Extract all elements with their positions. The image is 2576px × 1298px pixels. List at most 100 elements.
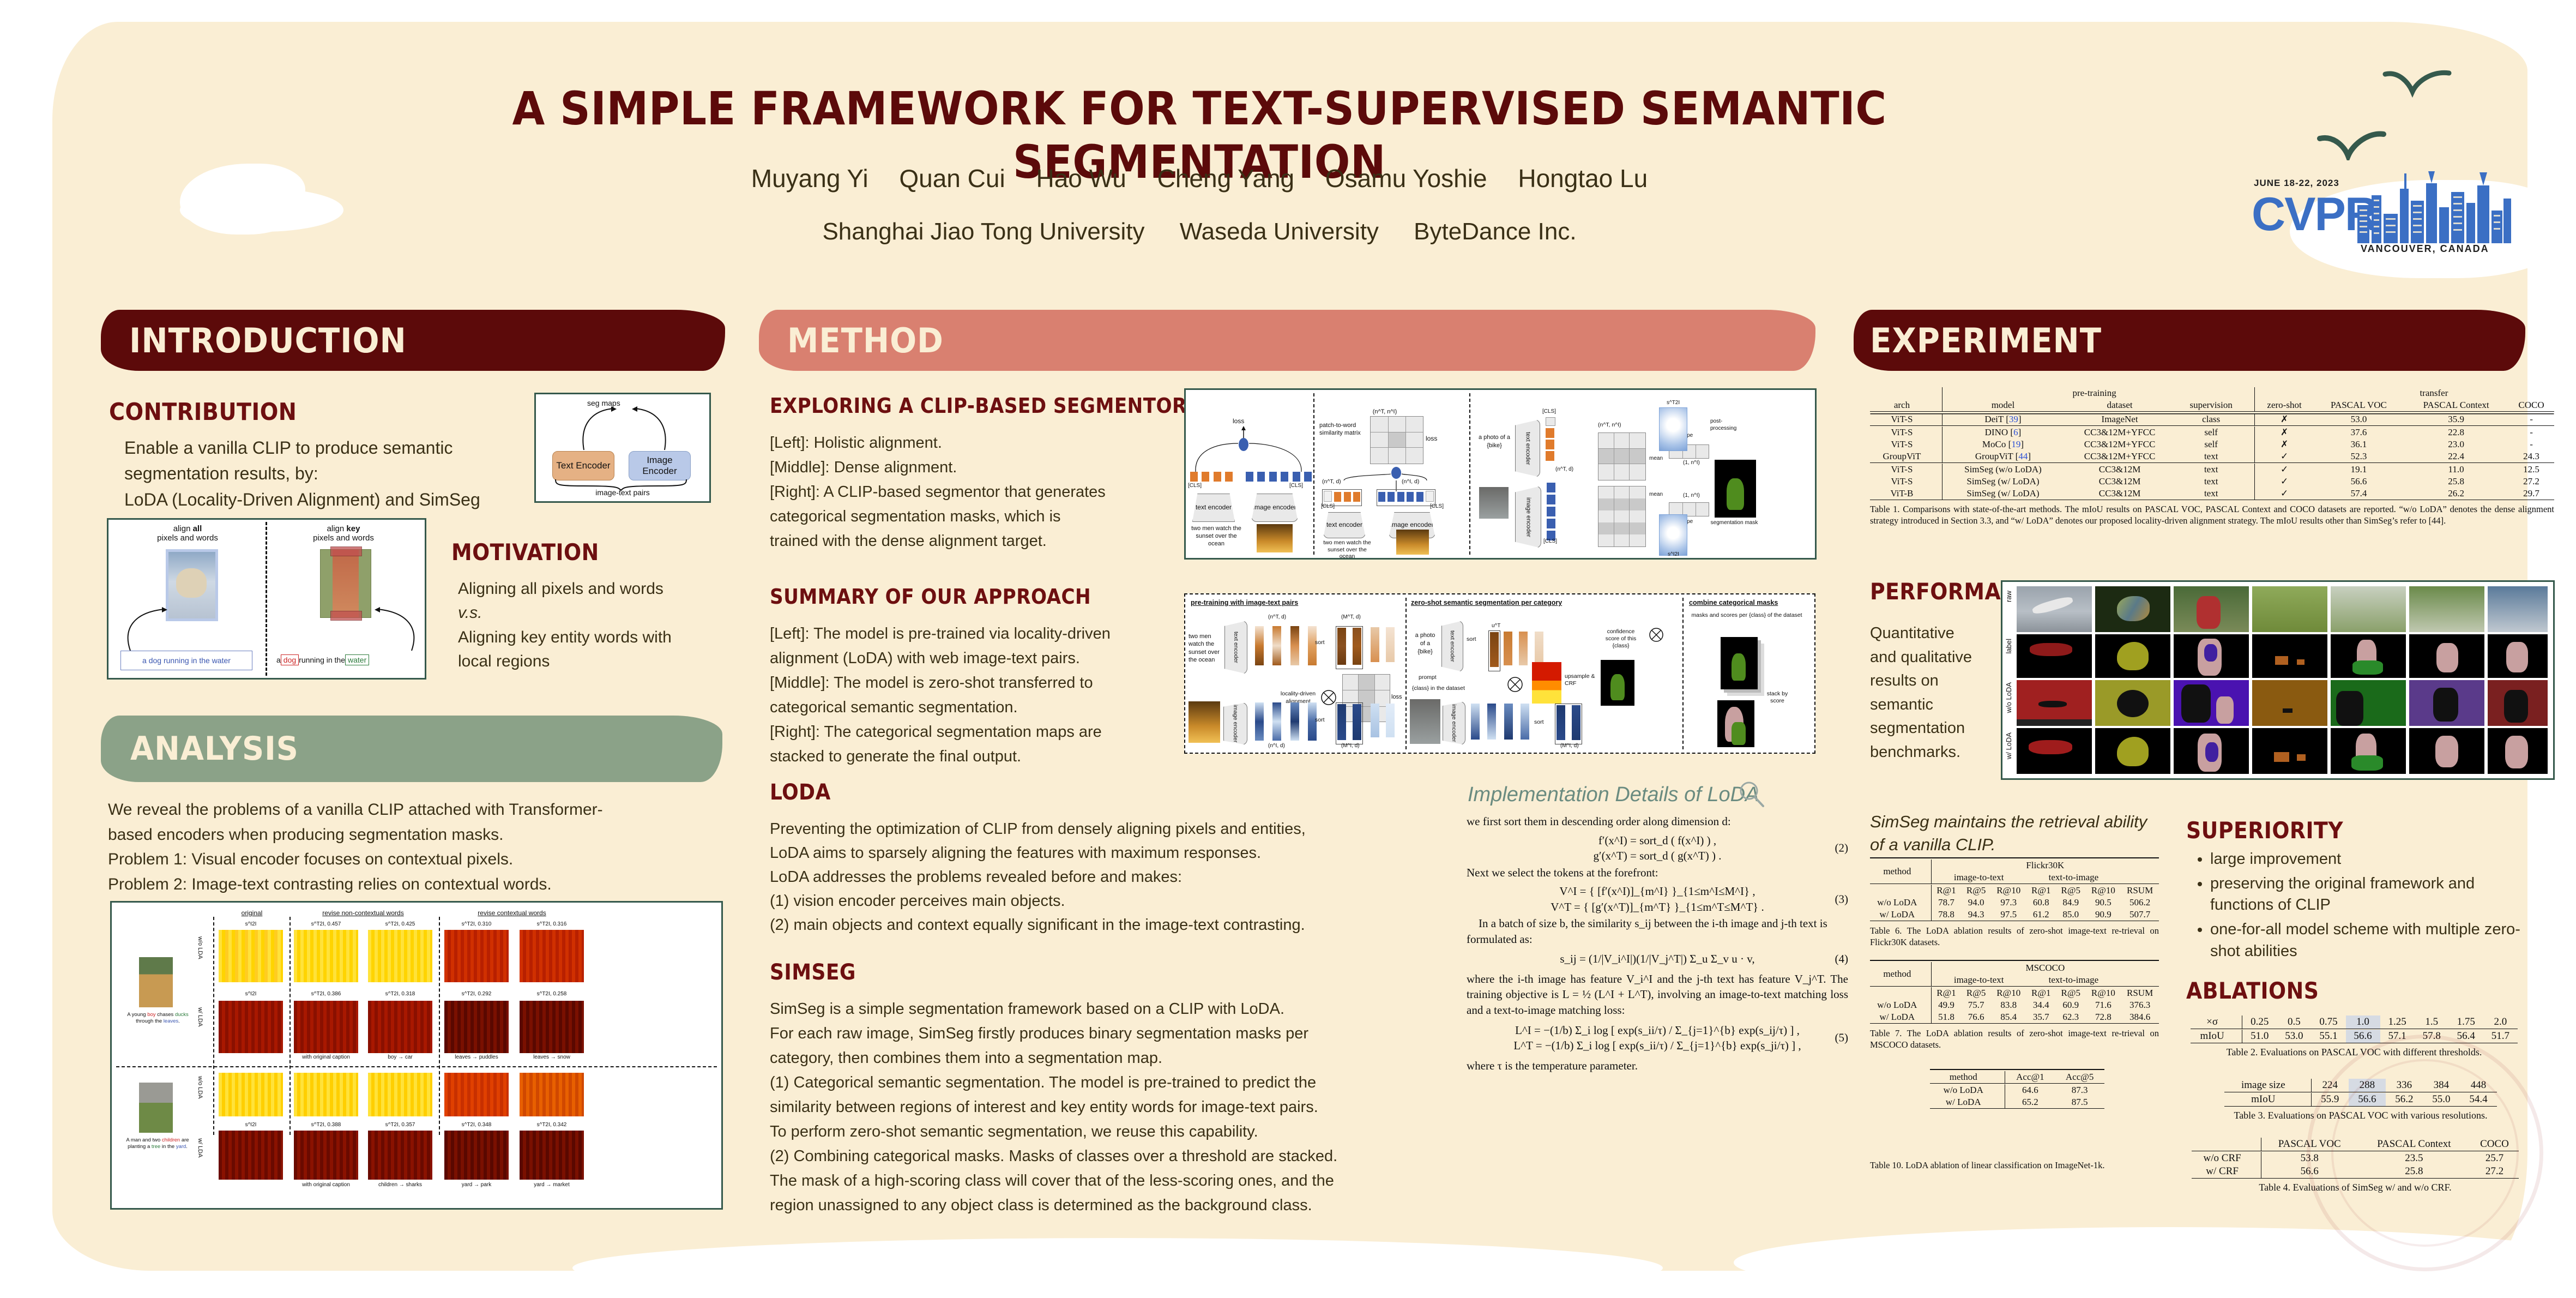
cell-voc: 53.0	[2350, 414, 2367, 424]
cell-zeroshot: ✓	[2280, 451, 2289, 461]
cell-voc: 57.4	[2350, 488, 2367, 498]
analysis-score: s^T2I, 0.357	[385, 1122, 415, 1128]
fig2-prompt-text: a photo of a {bike}	[1415, 632, 1435, 655]
miou-value: 55.1	[2319, 1030, 2338, 1042]
impl-eq5b: L^T = −(1/b) Σ_i log [ exp(s_ii/τ) / Σ_{…	[1513, 1039, 1801, 1053]
table-7-grid: method MSCOCO image-to-text text-to-imag…	[1870, 960, 2159, 1024]
cell-zeroshot: ✓	[2280, 476, 2289, 486]
method-figure-2: pre-training with image-text pairs zero-…	[1184, 593, 1815, 754]
qual-wo-loda-cell	[2488, 680, 2548, 726]
motivation-line: local regions	[458, 652, 550, 671]
fig1-cls-cell	[1546, 417, 1555, 426]
analysis-heatmap	[444, 930, 509, 982]
cvpr-date: JUNE 18-22, 2023	[2254, 178, 2339, 188]
cell-method: w/ LoDA	[1945, 1097, 1981, 1107]
motivation-arrow-right-icon	[375, 607, 415, 651]
threshold-value: 1.75	[2457, 1016, 2475, 1027]
fig2-confidence-label: confidence score of this {class}	[1605, 628, 1637, 650]
author: Muyang Yi	[751, 164, 868, 193]
fig1-image-encoder: image encoder	[1515, 486, 1541, 548]
cell-value: 64.6	[2022, 1085, 2038, 1095]
table-row: w/o LoDA 78.7 94.0 97.3 60.8 84.9 90.5 5…	[1870, 897, 2159, 909]
fig2-sorted-image-tokens	[1336, 702, 1364, 744]
heading-superiority: SUPERIORITY	[2186, 817, 2344, 844]
fig1-cls-label: [CLS]	[1430, 503, 1444, 509]
cell-dataset: CC3&12M+YFCC	[2084, 439, 2156, 449]
analysis-score: s^I2I	[245, 921, 257, 927]
superiority-bullet: large improvement	[2210, 849, 2524, 870]
analysis-heatmap	[294, 930, 358, 982]
analysis-heatmap	[368, 930, 432, 982]
table-1-grid: pre-training transfer arch model dataset…	[1870, 387, 2554, 501]
qual-wo-loda-cell	[2252, 680, 2327, 726]
table-2-header: ×σ 0.25 0.5 0.75 1.0 1.25 1.5 1.75 2.0	[2191, 1015, 2518, 1029]
qual-label-cell	[2174, 634, 2249, 678]
col-method: method	[1883, 866, 1911, 876]
col-r5: R@5	[1966, 885, 1986, 896]
analysis-divider	[213, 917, 214, 1135]
fig2-image-encoder: image encoder	[1443, 701, 1465, 745]
analysis-heatmap	[219, 1073, 283, 1116]
miou-value: 51.7	[2491, 1030, 2510, 1042]
cell-value: 61.2	[2032, 909, 2049, 920]
col-r5: R@5	[2061, 885, 2081, 896]
qual-label-cell	[2409, 634, 2484, 678]
table-6-caption: Table 6. The LoDA ablation results of ze…	[1870, 926, 2159, 948]
motivation-right-title: align key pixels and words	[313, 524, 374, 543]
citation-ref[interactable]: 6	[2013, 427, 2018, 437]
cell-voc: 19.1	[2350, 464, 2367, 474]
cell-value: 35.7	[2032, 1012, 2049, 1022]
university-seal-watermark	[2307, 1035, 2543, 1271]
simseg-line: region unassigned to any object class is…	[770, 1196, 1312, 1214]
table-7-caption: Table 7. The LoDA ablation results of ze…	[1870, 1028, 2159, 1050]
table-row: w/ LoDA 51.8 76.6 85.4 35.7 62.3 72.8 38…	[1870, 1011, 2159, 1024]
cell-zeroshot: ✓	[2280, 464, 2289, 474]
cell-value: 376.3	[2129, 1000, 2151, 1010]
affiliation: Shanghai Jiao Tong University	[822, 218, 1145, 245]
motivation-left-emph: all	[192, 524, 202, 533]
col-r5: R@5	[2061, 988, 2081, 998]
col-supervision: supervision	[2189, 400, 2233, 410]
citation-ref[interactable]: 19	[2011, 439, 2020, 449]
fig2-dim-label: (M^I, d)	[1341, 743, 1360, 749]
fig2-panel-title: pre-training with image-text pairs	[1191, 599, 1299, 606]
loda-line: LoDA aims to sparsely aligning the featu…	[770, 844, 1262, 862]
cell-voc: 52.3	[2350, 451, 2367, 461]
cell-value: 60.8	[2032, 897, 2049, 908]
cell-arch: ViT-S	[1891, 439, 1913, 449]
analysis-heatmap	[444, 1001, 509, 1053]
superiority-list: large improvement preserving the origina…	[2186, 849, 2524, 965]
analysis-heatmap	[219, 1131, 283, 1180]
fig1-dim-label: (n^I, d)	[1402, 478, 1420, 485]
impl-eq5a: L^I = −(1/b) Σ_i log [ exp(s_ii/τ) / Σ_{…	[1515, 1023, 1800, 1037]
threshold-value: 1.5	[2425, 1016, 2439, 1027]
fig2-text-encoder: text encoder	[1441, 621, 1463, 672]
cell-value: 90.5	[2095, 897, 2112, 908]
col-dataset: dataset	[2107, 400, 2133, 410]
cell-supervision: self	[2204, 427, 2218, 437]
fig1-caption-text: two men watch the sunset over the ocean	[1191, 525, 1241, 547]
citation-ref[interactable]: 44	[2018, 451, 2028, 461]
qual-w-loda-cell	[2095, 728, 2170, 774]
fig1-panelA-arrows-icon	[1195, 426, 1302, 472]
analysis-heatmap	[294, 1001, 358, 1053]
table-row: w/ LoDA 78.8 94.3 97.5 61.2 85.0 90.9 50…	[1870, 909, 2159, 921]
qual-w-loda-cell	[2488, 728, 2548, 774]
table-1-group-header: pre-training transfer	[1870, 387, 2554, 399]
cell-value: 49.9	[1938, 1000, 1954, 1010]
citation-ref[interactable]: 39	[2009, 414, 2018, 424]
teaser-caption: image-text pairs	[595, 488, 650, 497]
cell-arch: ViT-S	[1891, 414, 1913, 424]
table-row: ViT-S SimSeg (w/o LoDA) CC3&12M text ✓ 1…	[1870, 464, 2554, 476]
banner-label: ANALYSIS	[130, 730, 299, 768]
fig2-stack-label: stack by score	[1766, 690, 1788, 705]
analysis-text: We reveal the problems of a vanilla CLIP…	[108, 797, 740, 897]
paper-edge-notch	[572, 1238, 1663, 1298]
cell-ctx: 11.0	[2448, 464, 2464, 474]
analysis-sample-image	[139, 1083, 173, 1133]
fig1-sim-matrix-label: patch-to-word similarity matrix	[1319, 422, 1361, 437]
cell-method: w/ CRF	[2206, 1165, 2239, 1177]
analysis-sample-caption: A young boy chases ducks through the lea…	[127, 1012, 189, 1024]
fig2-text-encoder: text encoder	[1224, 621, 1247, 674]
cell-coco: 27.2	[2523, 476, 2539, 486]
